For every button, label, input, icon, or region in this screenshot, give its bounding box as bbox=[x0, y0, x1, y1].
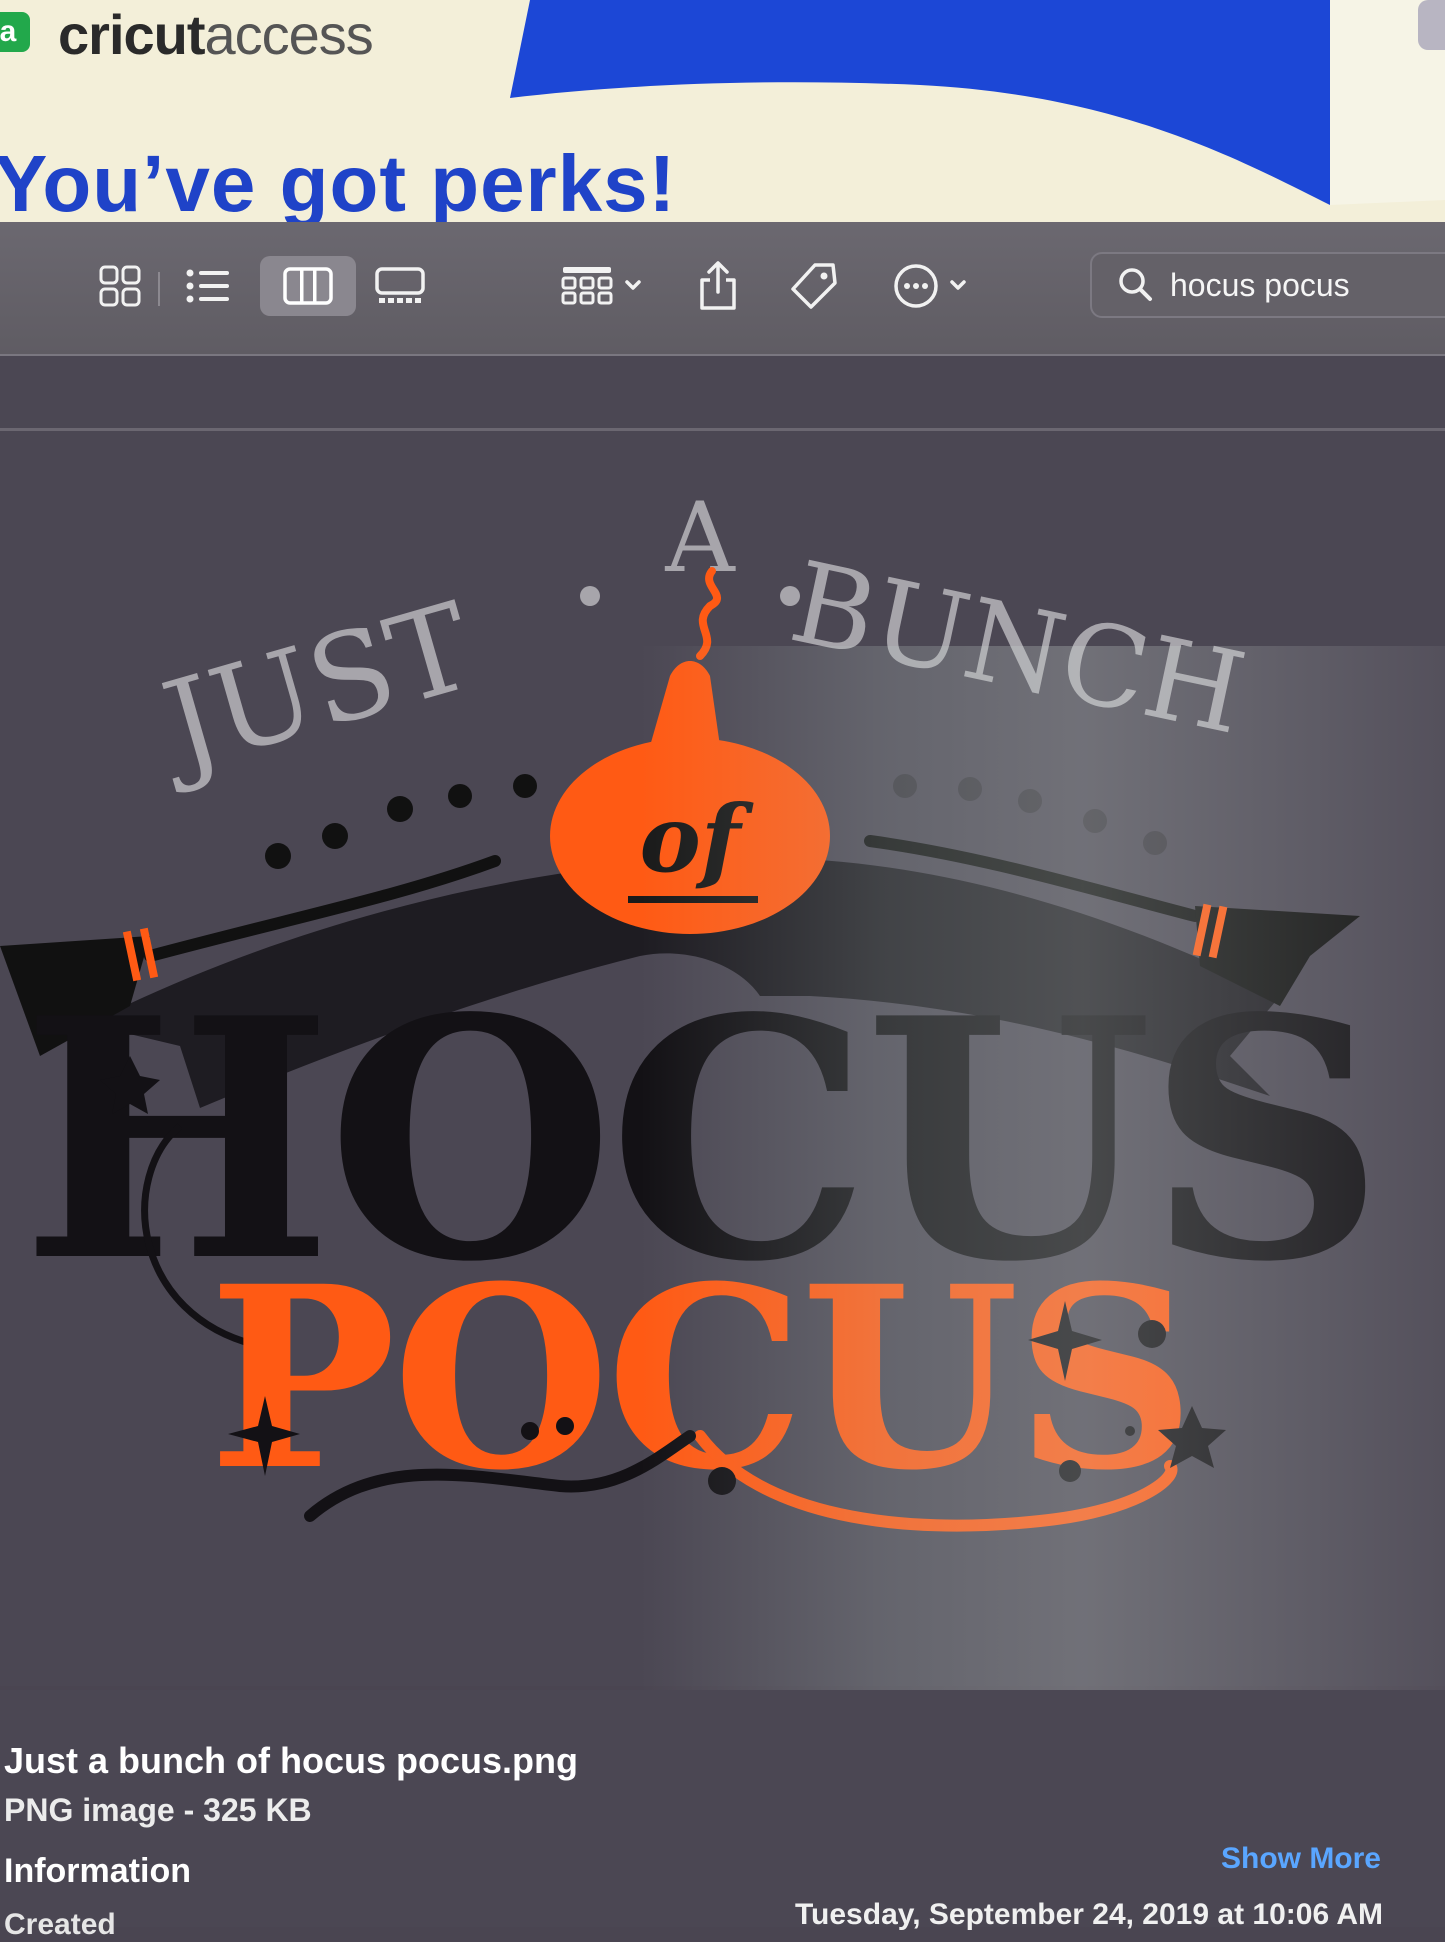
cricut-logo-icon: a bbox=[0, 12, 30, 52]
tag-icon bbox=[791, 263, 837, 309]
list-view-icon bbox=[186, 269, 229, 303]
group-by-button[interactable] bbox=[552, 256, 652, 316]
decor-dots-right bbox=[893, 774, 1167, 855]
more-icon bbox=[894, 264, 966, 308]
quick-look-preview: JUST A BUNCH of HOCUS POCUS bbox=[0, 356, 1445, 1746]
finder-toolbar bbox=[0, 222, 1445, 356]
share-icon bbox=[700, 261, 736, 310]
cricut-access-logo: cricutaccess bbox=[58, 2, 374, 67]
cricut-access-banner[interactable]: a cricutaccess You’ve got perks! bbox=[0, 0, 1445, 222]
art-word-a: A bbox=[664, 482, 736, 594]
more-actions-button[interactable] bbox=[890, 256, 980, 316]
icon-view-button[interactable] bbox=[90, 256, 150, 316]
gallery-view-icon bbox=[375, 267, 425, 303]
search-icon bbox=[1119, 268, 1152, 301]
file-info-panel: Just a bunch of hocus pocus.png PNG imag… bbox=[0, 1690, 1445, 1941]
created-label: Created bbox=[4, 1908, 116, 1941]
information-heading: Information bbox=[4, 1852, 191, 1890]
column-view-icon bbox=[283, 267, 333, 305]
search-field[interactable] bbox=[1090, 252, 1445, 318]
brand-light: access bbox=[204, 3, 374, 66]
decor-dots-left bbox=[265, 774, 537, 869]
list-view-button[interactable] bbox=[178, 256, 238, 316]
art-word-of: of bbox=[640, 785, 754, 893]
gallery-view-button[interactable] bbox=[370, 256, 430, 316]
art-word-bunch: BUNCH bbox=[780, 538, 1255, 760]
share-button[interactable] bbox=[690, 256, 746, 316]
banner-headline: You’ve got perks! bbox=[0, 139, 677, 222]
art-word-pocus: POCUS bbox=[208, 1231, 1191, 1525]
column-view-button[interactable] bbox=[260, 256, 356, 316]
icon-view-icon bbox=[99, 265, 141, 307]
tag-button[interactable] bbox=[784, 256, 844, 316]
show-more-link[interactable]: Show More bbox=[1221, 1842, 1381, 1876]
art-word-just: JUST bbox=[139, 577, 487, 800]
file-name: Just a bunch of hocus pocus.png bbox=[4, 1740, 579, 1781]
file-type-size: PNG image - 325 KB bbox=[4, 1792, 312, 1828]
brand-bold: cricut bbox=[58, 3, 205, 66]
group-icon bbox=[561, 267, 641, 305]
search-input[interactable] bbox=[1168, 265, 1445, 305]
toolbar-separator bbox=[158, 272, 160, 306]
hocus-pocus-artwork: JUST A BUNCH of HOCUS POCUS bbox=[0, 482, 1385, 1532]
